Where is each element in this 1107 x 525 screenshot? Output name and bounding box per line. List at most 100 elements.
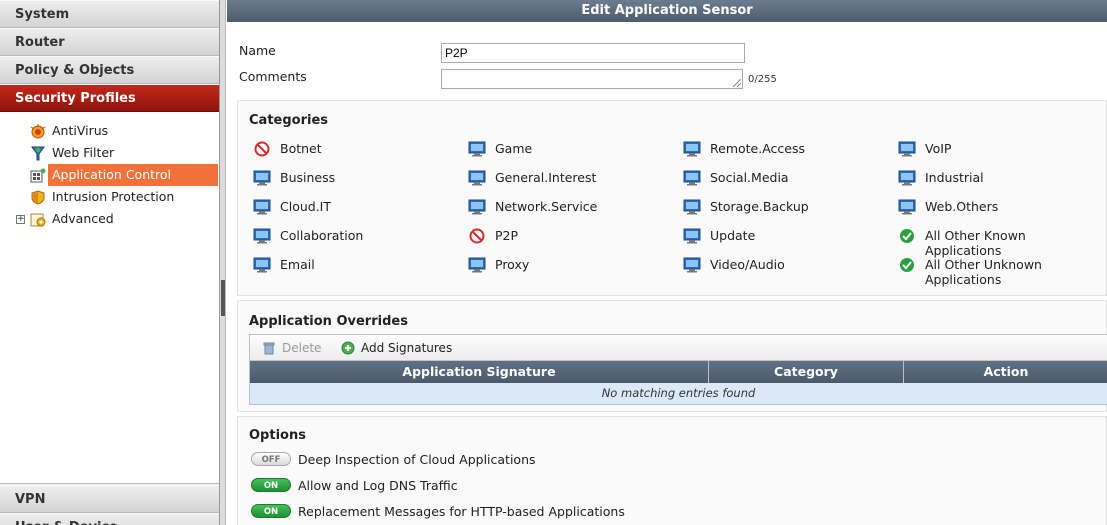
- option-label: Replacement Messages for HTTP-based Appl…: [298, 504, 625, 519]
- add-signatures-button[interactable]: Add Signatures: [341, 335, 452, 361]
- nav-system[interactable]: System: [0, 0, 219, 28]
- column-application-signature[interactable]: Application Signature: [250, 361, 709, 383]
- monitor-icon[interactable]: [253, 170, 271, 186]
- sidebar-item-antivirus[interactable]: AntiVirus: [0, 120, 219, 142]
- monitor-icon[interactable]: [683, 257, 701, 273]
- option-label: Deep Inspection of Cloud Applications: [298, 452, 536, 467]
- monitor-icon[interactable]: [683, 141, 701, 157]
- collapse-handle[interactable]: [221, 280, 225, 316]
- category-label: Remote.Access: [710, 141, 805, 156]
- monitor-icon[interactable]: [898, 141, 916, 157]
- sidebar-item-application-control[interactable]: Application Control: [30, 164, 218, 186]
- shield-icon: [31, 190, 45, 205]
- category-storage-backup[interactable]: Storage.Backup: [683, 199, 809, 219]
- allow-icon[interactable]: [898, 257, 916, 273]
- category-label: Web.Others: [925, 199, 999, 214]
- category-industrial[interactable]: Industrial: [898, 170, 1098, 190]
- sidebar-item-label: Advanced: [52, 211, 114, 226]
- comments-label: Comments: [239, 69, 307, 84]
- deep-inspection-toggle[interactable]: OFF: [251, 452, 291, 466]
- replacement-messages-toggle[interactable]: ON: [251, 504, 291, 518]
- category-botnet[interactable]: Botnet: [253, 141, 322, 161]
- monitor-icon[interactable]: [253, 228, 271, 244]
- category-email[interactable]: Email: [253, 257, 315, 277]
- column-category[interactable]: Category: [709, 361, 904, 383]
- category-label: All Other Unknown Applications: [925, 257, 1042, 287]
- monitor-icon[interactable]: [683, 170, 701, 186]
- monitor-icon[interactable]: [683, 228, 701, 244]
- add-signatures-label: Add Signatures: [361, 341, 453, 355]
- category-label: Email: [280, 257, 315, 272]
- categories-title: Categories: [249, 113, 329, 128]
- monitor-icon[interactable]: [468, 141, 486, 157]
- category-social-media[interactable]: Social.Media: [683, 170, 789, 190]
- category-network-service[interactable]: Network.Service: [468, 199, 597, 219]
- category-cloud-it[interactable]: Cloud.IT: [253, 199, 331, 219]
- sidebar-item-advanced[interactable]: + Advanced: [0, 208, 219, 230]
- options-section: Options OFF Deep Inspection of Cloud App…: [237, 416, 1107, 525]
- monitor-icon[interactable]: [253, 257, 271, 273]
- nav-user-device[interactable]: User & Device: [0, 513, 219, 525]
- category-label: Video/Audio: [710, 257, 785, 272]
- category-business[interactable]: Business: [253, 170, 335, 190]
- category-collaboration[interactable]: Collaboration: [253, 228, 363, 248]
- comments-counter: 0/255: [748, 74, 777, 85]
- sidebar-item-web-filter[interactable]: Web Filter: [0, 142, 219, 164]
- security-profiles-menu: AntiVirus Web Filter Application Control: [0, 112, 219, 484]
- category-remote-access[interactable]: Remote.Access: [683, 141, 805, 161]
- allow-icon[interactable]: [898, 228, 916, 244]
- name-input[interactable]: [441, 43, 745, 63]
- category-label: Proxy: [495, 257, 530, 272]
- category-all-other-unknown-applications[interactable]: All Other Unknown Applications: [898, 257, 1098, 287]
- table-header: Application Signature Category Action: [250, 361, 1107, 383]
- monitor-icon[interactable]: [253, 199, 271, 215]
- category-voip[interactable]: VoIP: [898, 141, 1098, 161]
- category-video-audio[interactable]: Video/Audio: [683, 257, 785, 277]
- dns-traffic-toggle[interactable]: ON: [251, 478, 291, 492]
- nav-router[interactable]: Router: [0, 28, 219, 56]
- nav-policy-objects[interactable]: Policy & Objects: [0, 56, 219, 84]
- monitor-icon[interactable]: [683, 199, 701, 215]
- category-label: VoIP: [925, 141, 952, 156]
- monitor-icon[interactable]: [898, 199, 916, 215]
- category-web-others[interactable]: Web.Others: [898, 199, 1098, 219]
- category-label: Industrial: [925, 170, 984, 185]
- monitor-icon[interactable]: [468, 170, 486, 186]
- monitor-icon[interactable]: [898, 170, 916, 186]
- resize-grip-icon[interactable]: [733, 79, 741, 87]
- sidebar-splitter[interactable]: [220, 0, 226, 525]
- empty-row: No matching entries found: [250, 383, 1107, 404]
- expand-icon[interactable]: +: [16, 215, 25, 224]
- sidebar-item-label: Web Filter: [52, 145, 115, 160]
- application-control-icon: [30, 168, 46, 183]
- block-icon[interactable]: [468, 228, 486, 244]
- antivirus-icon: [30, 124, 46, 139]
- name-label: Name: [239, 43, 276, 58]
- delete-button[interactable]: Delete: [262, 335, 321, 361]
- delete-label: Delete: [282, 341, 322, 355]
- category-label: P2P: [495, 228, 519, 243]
- category-label: Network.Service: [495, 199, 598, 214]
- category-label: All Other Known Applications: [925, 228, 1026, 258]
- category-label: Social.Media: [710, 170, 789, 185]
- category-label: Business: [280, 170, 336, 185]
- category-p2p[interactable]: P2P: [468, 228, 518, 248]
- block-icon[interactable]: [253, 141, 271, 157]
- sidebar-item-intrusion-protection[interactable]: Intrusion Protection: [0, 186, 219, 208]
- category-game[interactable]: Game: [468, 141, 532, 161]
- category-label: Update: [710, 228, 756, 243]
- category-label: Game: [495, 141, 533, 156]
- nav-security-profiles[interactable]: Security Profiles: [0, 84, 219, 112]
- comments-textarea[interactable]: [441, 69, 743, 89]
- sidebar-bottom: VPN User & Device: [0, 485, 219, 525]
- category-general-interest[interactable]: General.Interest: [468, 170, 596, 190]
- category-proxy[interactable]: Proxy: [468, 257, 529, 277]
- page-title: Edit Application Sensor: [227, 0, 1107, 22]
- nav-vpn[interactable]: VPN: [0, 485, 219, 513]
- category-all-other-known-applications[interactable]: All Other Known Applications: [898, 228, 1098, 258]
- monitor-icon[interactable]: [468, 199, 486, 215]
- category-update[interactable]: Update: [683, 228, 755, 248]
- column-action[interactable]: Action: [904, 361, 1107, 383]
- monitor-icon[interactable]: [468, 257, 486, 273]
- advanced-icon: [30, 213, 46, 227]
